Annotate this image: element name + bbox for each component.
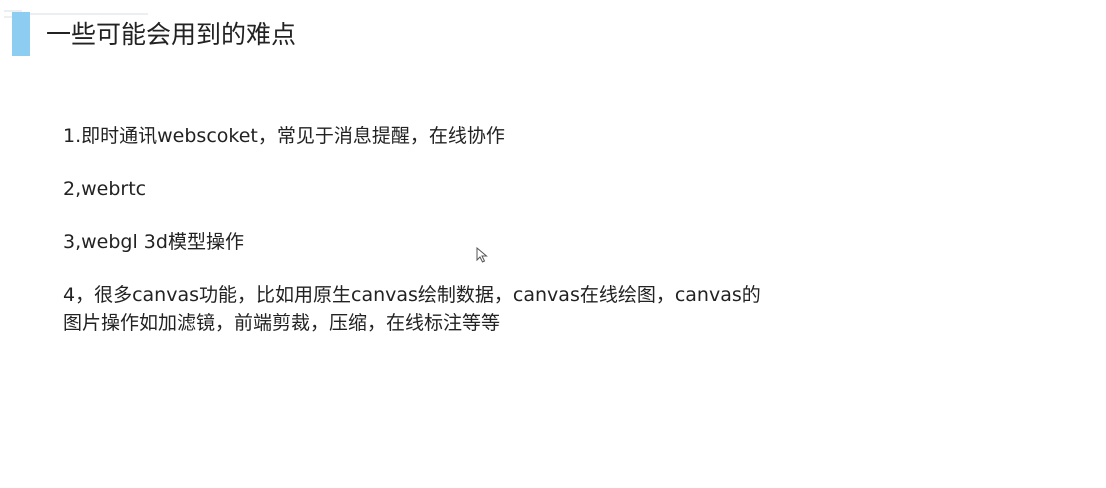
title-accent-bar	[12, 12, 30, 56]
slide-title: 一些可能会用到的难点	[46, 20, 297, 49]
point-2: 2,webrtc	[63, 178, 147, 200]
point-3: 3,webgl 3d模型操作	[63, 231, 244, 253]
point-4: 4，很多canvas功能，比如用原生canvas绘制数据，canvas在线绘图，…	[63, 284, 761, 334]
point-1: 1.即时通讯webscoket，常见于消息提醒，在线协作	[63, 125, 505, 147]
mouse-pointer-icon	[476, 247, 488, 263]
slide-content: 1.即时通讯webscoket，常见于消息提醒，在线协作 2,webrtc 3,…	[63, 122, 843, 337]
